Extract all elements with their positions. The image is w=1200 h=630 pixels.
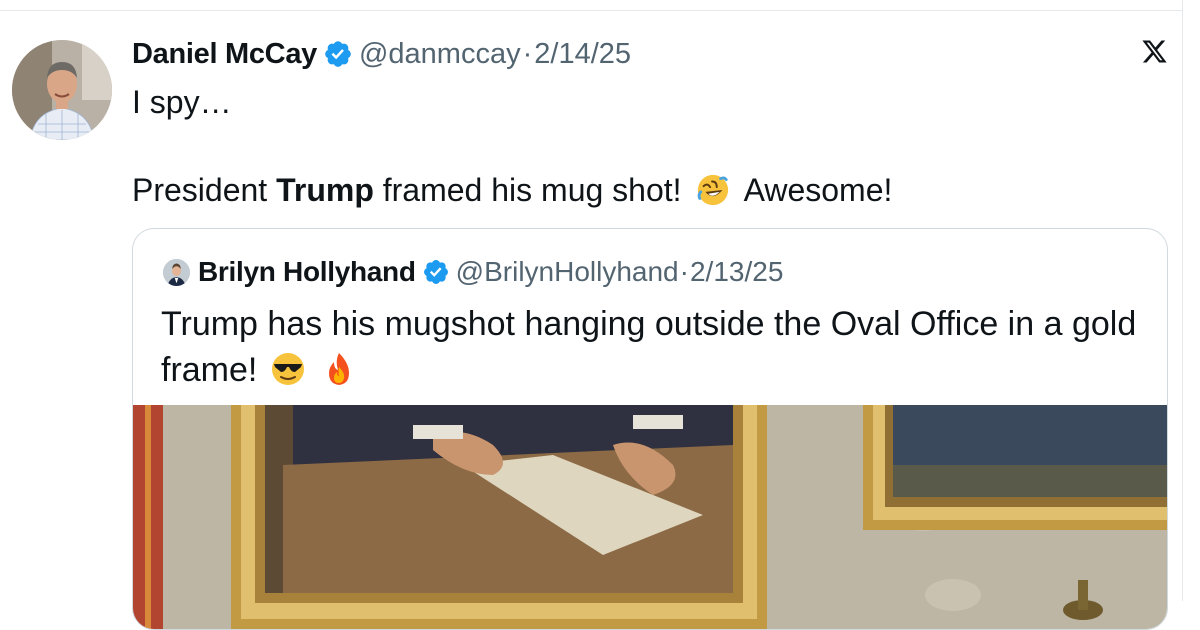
quoted-tweet-photo[interactable]	[133, 405, 1167, 629]
author-handle[interactable]: @danmccay	[359, 38, 521, 71]
quoted-tweet-card[interactable]: Brilyn Hollyhand @BrilynHollyhand · 2/13…	[132, 228, 1168, 630]
x-logo-icon[interactable]	[1141, 38, 1168, 65]
quoted-tweet-date[interactable]: 2/13/25	[690, 256, 783, 288]
quoted-tweet-header: Brilyn Hollyhand @BrilynHollyhand · 2/13…	[163, 255, 783, 289]
verified-badge-icon	[422, 258, 450, 286]
sunglasses-emoji	[270, 351, 306, 387]
tweet-text-middle: framed his mug shot!	[373, 172, 682, 208]
author-name[interactable]: Daniel McCay	[132, 38, 317, 71]
quoted-tweet-body: Trump has his mugshot hanging outside th…	[161, 305, 1137, 389]
tweet-date[interactable]: 2/14/25	[534, 38, 631, 71]
top-divider	[0, 10, 1182, 11]
tweet-text-line-2: President Trump framed his mug shot! Awe…	[132, 170, 892, 210]
tweet-text-suffix: Awesome!	[743, 172, 893, 208]
quoted-tweet-text: Trump has his mugshot hanging outside th…	[161, 301, 1151, 393]
tweet-text-prefix: President	[132, 172, 277, 208]
fire-emoji	[321, 351, 357, 387]
tweet-text-line-1: I spy…	[132, 84, 232, 120]
quoted-author-name[interactable]: Brilyn Hollyhand	[198, 256, 416, 288]
separator-dot: ·	[679, 256, 689, 287]
tweet-text-bold: Trump	[276, 172, 374, 208]
separator-dot: ·	[522, 37, 533, 70]
tweet-header: Daniel McCay @danmccay · 2/14/25	[132, 34, 631, 74]
rolling-on-floor-laughing-emoji	[696, 173, 730, 207]
quoted-author-handle[interactable]: @BrilynHollyhand	[456, 256, 679, 288]
quoted-author-avatar[interactable]	[163, 258, 190, 286]
right-divider	[1182, 0, 1183, 601]
verified-badge-icon	[323, 39, 353, 69]
author-avatar[interactable]	[12, 40, 112, 140]
